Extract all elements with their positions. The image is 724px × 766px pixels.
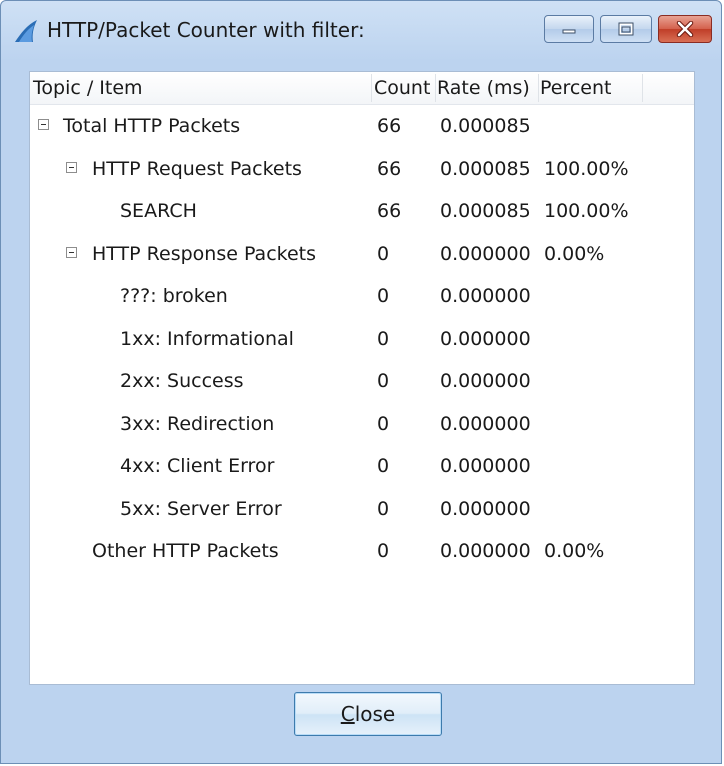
row-label: 2xx: Success <box>120 370 244 392</box>
row-label: Total HTTP Packets <box>63 115 241 137</box>
row-label: 4xx: Client Error <box>120 455 275 477</box>
row-rate: 0.000085 <box>440 200 531 222</box>
column-topic[interactable]: Topic / Item <box>33 76 143 100</box>
column-percent[interactable]: Percent <box>540 76 612 100</box>
row-percent: 0.00% <box>544 540 605 562</box>
column-header: Topic / Item Count Rate (ms) Percent <box>30 72 694 105</box>
row-rate: 0.000000 <box>440 497 531 520</box>
row-label: 1xx: Informational <box>120 327 294 350</box>
row-count: 0 <box>377 540 390 562</box>
row-label: Other HTTP Packets <box>92 540 279 562</box>
row-count: 0 <box>377 370 390 392</box>
row-rate: 0.000085 <box>440 115 531 137</box>
wireshark-fin-icon <box>15 20 37 42</box>
tree-row[interactable]: 1xx: Informational 0 0.000000 <box>30 319 694 362</box>
row-count: 0 <box>377 327 390 350</box>
column-count[interactable]: Count <box>374 76 430 100</box>
collapse-toggle-icon[interactable] <box>66 246 77 258</box>
tree-row[interactable]: HTTP Request Packets 66 0.000085 100.00% <box>30 149 694 192</box>
row-rate: 0.000000 <box>440 412 531 435</box>
row-count: 66 <box>377 157 402 180</box>
collapse-toggle-icon[interactable] <box>38 119 49 130</box>
row-count: 0 <box>377 285 390 307</box>
title-bar[interactable]: HTTP/Packet Counter with filter: <box>1 1 721 61</box>
row-count: 66 <box>377 200 402 222</box>
row-count: 0 <box>377 497 390 520</box>
row-rate: 0.000000 <box>440 327 531 350</box>
row-count: 0 <box>377 412 390 435</box>
dialog-window: HTTP/Packet Counter with filter: Topic /… <box>0 0 722 764</box>
row-label: 3xx: Redirection <box>120 412 275 435</box>
tree-row[interactable]: Total HTTP Packets 66 0.000085 <box>30 106 694 149</box>
close-window-button[interactable] <box>658 15 712 43</box>
tree-row[interactable]: 2xx: Success 0 0.000000 <box>30 361 694 404</box>
maximize-button[interactable] <box>600 15 652 43</box>
maximize-icon <box>618 22 634 36</box>
close-button[interactable]: Close <box>294 692 442 736</box>
row-label: HTTP Response Packets <box>92 242 317 265</box>
row-rate: 0.000000 <box>440 540 531 562</box>
tree-row[interactable]: ???: broken 0 0.000000 <box>30 276 694 319</box>
row-percent: 100.00% <box>544 200 629 222</box>
tree-row[interactable]: HTTP Response Packets 0 0.000000 0.00% <box>30 234 694 277</box>
row-percent: 0.00% <box>544 242 605 265</box>
row-count: 0 <box>377 455 390 477</box>
tree-row[interactable]: 4xx: Client Error 0 0.000000 <box>30 446 694 489</box>
row-percent: 100.00% <box>544 157 629 180</box>
close-icon <box>676 21 694 37</box>
collapse-toggle-icon[interactable] <box>66 161 77 173</box>
row-rate: 0.000000 <box>440 370 531 392</box>
minimize-icon <box>562 29 576 34</box>
row-rate: 0.000000 <box>440 242 531 265</box>
column-divider[interactable] <box>642 74 643 102</box>
close-button-label: Close <box>340 702 396 726</box>
row-label: HTTP Request Packets <box>92 157 302 180</box>
row-label: SEARCH <box>120 200 197 222</box>
tree-rows: Total HTTP Packets 66 0.000085 HTTP Requ… <box>30 106 694 574</box>
row-rate: 0.000000 <box>440 285 531 307</box>
row-count: 0 <box>377 242 390 265</box>
row-label: ???: broken <box>120 285 228 307</box>
row-rate: 0.000000 <box>440 455 531 477</box>
row-rate: 0.000085 <box>440 157 531 180</box>
tree-row[interactable]: Other HTTP Packets 0 0.000000 0.00% <box>30 531 694 574</box>
window-title: HTTP/Packet Counter with filter: <box>47 18 365 42</box>
column-divider[interactable] <box>538 74 539 102</box>
column-divider[interactable] <box>435 74 436 102</box>
tree-row[interactable]: 5xx: Server Error 0 0.000000 <box>30 489 694 532</box>
minimize-button[interactable] <box>544 15 594 43</box>
column-divider[interactable] <box>371 74 372 102</box>
row-label: 5xx: Server Error <box>120 497 282 520</box>
column-rate[interactable]: Rate (ms) <box>437 76 530 100</box>
row-count: 66 <box>377 115 402 137</box>
tree-row[interactable]: SEARCH 66 0.000085 100.00% <box>30 191 694 234</box>
stats-tree-view[interactable]: Topic / Item Count Rate (ms) Percent Tot… <box>29 71 695 685</box>
tree-row[interactable]: 3xx: Redirection 0 0.000000 <box>30 404 694 447</box>
